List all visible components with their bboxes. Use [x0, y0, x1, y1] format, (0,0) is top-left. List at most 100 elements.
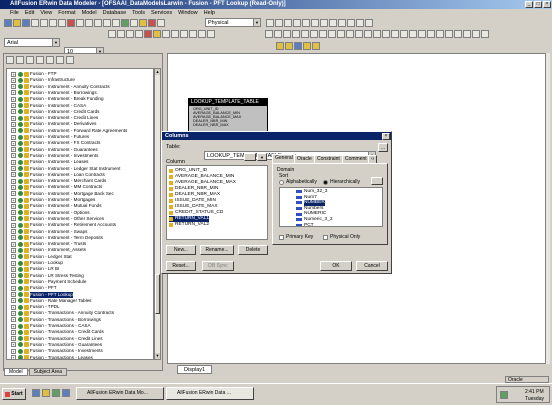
column-item[interactable]: ORG_UNIT_ID	[169, 168, 207, 174]
align-center-icon[interactable]	[180, 29, 188, 38]
column-item[interactable]: DEALER_NBR_MAX	[169, 192, 220, 198]
tree-item[interactable]: + Fusion - Instrument - Other Services	[11, 216, 104, 222]
expand-icon[interactable]: +	[11, 191, 16, 197]
grid-icon[interactable]	[373, 29, 381, 38]
tree-item[interactable]: + Fusion - PFT	[11, 285, 57, 291]
menu-format[interactable]: Format	[58, 9, 75, 17]
tree-scrollbar[interactable]: ▲ ▼	[154, 68, 161, 360]
expand-icon[interactable]: +	[11, 216, 16, 222]
tree-item[interactable]: + Fusion - Instrument - Ledger Stat Instr…	[11, 166, 120, 172]
sort-icon[interactable]	[66, 56, 74, 64]
primary-key-checkbox[interactable]: Primary Key	[279, 234, 313, 240]
line-style-icon[interactable]	[198, 29, 206, 38]
expand-icon[interactable]: +	[11, 241, 16, 247]
many-to-many-icon[interactable]	[302, 18, 310, 27]
expand-icon[interactable]: +	[11, 71, 16, 77]
expand-icon[interactable]: +	[11, 247, 16, 253]
auto-size-icon[interactable]	[400, 29, 408, 38]
tree-item[interactable]: + Fusion - Instrument - CASA	[11, 103, 86, 109]
reverse-engineer-icon[interactable]	[148, 18, 156, 27]
cut-icon[interactable]	[40, 18, 48, 27]
expand-icon[interactable]: +	[11, 336, 16, 342]
distribute-v-icon[interactable]	[301, 29, 309, 38]
tree-item[interactable]: + Fusion - Instrument - Futures	[11, 134, 89, 140]
expand-icon[interactable]: +	[11, 109, 16, 115]
menu-tools[interactable]: Tools	[132, 9, 145, 17]
dialog-close-button[interactable]: ×	[382, 133, 390, 140]
new-icon[interactable]	[4, 18, 12, 27]
paste-icon[interactable]	[58, 18, 66, 27]
expand-icon[interactable]: +	[11, 317, 16, 323]
new-item-icon[interactable]	[26, 56, 34, 64]
underline-icon[interactable]	[126, 29, 134, 38]
distribute-h-icon[interactable]	[292, 29, 300, 38]
tree-item[interactable]: + Fusion - LR Stress Testing	[11, 273, 84, 279]
expand-icon[interactable]: +	[11, 222, 16, 228]
forward-engineer-icon[interactable]	[139, 18, 147, 27]
ie-icon[interactable]	[32, 389, 40, 397]
menu-edit[interactable]: Edit	[25, 9, 34, 17]
tree-item[interactable]: + Fusion - Transactions - Leases	[11, 355, 93, 359]
column-item[interactable]: AVERAGE_BALANCE_MIN	[169, 174, 234, 180]
tree-item[interactable]: + Fusion - Transactions - Credit Lines	[11, 336, 103, 342]
help-icon[interactable]	[463, 29, 471, 38]
delete-item-icon[interactable]	[36, 56, 44, 64]
tree-item[interactable]: + Fusion - Instrument - Borrowings	[11, 90, 97, 96]
menu-view[interactable]: View	[40, 9, 52, 17]
hierarchically-radio[interactable]: Hierarchically	[323, 179, 360, 185]
tree-item[interactable]: + Fusion - PFT Lookup	[11, 291, 73, 298]
same-size-icon[interactable]	[328, 29, 336, 38]
tab-comment[interactable]: Comment	[342, 155, 370, 163]
line-icon[interactable]	[347, 18, 355, 27]
expand-icon[interactable]: +	[11, 260, 16, 266]
column-item[interactable]: DEALER_NBR_MIN	[169, 186, 218, 192]
close-button[interactable]: ×	[543, 1, 551, 8]
color-5-icon[interactable]	[312, 41, 320, 50]
expand-icon[interactable]: +	[11, 342, 16, 348]
tree-item[interactable]: + Fusion - Instrument - Options	[11, 210, 90, 216]
column-options-button[interactable]: ▼	[257, 153, 267, 161]
color-3-icon[interactable]	[294, 41, 302, 50]
expand-icon[interactable]: +	[11, 298, 16, 304]
column-item[interactable]: ISSUE_DATE_MAX	[169, 204, 218, 210]
scroll-thumb[interactable]	[155, 274, 160, 314]
tree-item[interactable]: + Fusion - Payment Schedule	[11, 279, 86, 285]
align-top-icon[interactable]	[265, 29, 273, 38]
expand-icon[interactable]: +	[11, 285, 16, 291]
column-item[interactable]: CREDIT_STATUS_CD	[169, 210, 223, 216]
zoom-out-icon[interactable]	[94, 18, 102, 27]
tree-item[interactable]: + Fusion - Instrument - Credit Lines	[11, 115, 98, 121]
expand-icon[interactable]: +	[11, 266, 16, 272]
expand-icon[interactable]: +	[11, 279, 16, 285]
expand-icon[interactable]: +	[11, 323, 16, 329]
expand-icon[interactable]: +	[11, 84, 16, 90]
expand-icon[interactable]: +	[11, 77, 16, 83]
expand-icon[interactable]: +	[11, 229, 16, 234]
tab-subject-area[interactable]: Subject Area	[28, 368, 67, 376]
tab-model[interactable]: Model	[4, 368, 28, 376]
tree-item[interactable]: + Fusion - Ledger Stat	[11, 254, 72, 260]
redo-icon[interactable]	[76, 18, 84, 27]
tree-item[interactable]: + Fusion - Instrument - Derivatives	[11, 121, 96, 127]
refresh-icon[interactable]	[418, 29, 426, 38]
bring-front-icon[interactable]	[337, 29, 345, 38]
zoom-in-icon[interactable]	[85, 18, 93, 27]
entity-lookup-template-table[interactable]: LOOKUP_TEMPLATE_TABLE ORG_UNIT_ID AVERAGE…	[188, 98, 268, 132]
tree-item[interactable]: + Fusion - Instrument - Mortgage Back Sec	[11, 191, 114, 197]
tab-scroll-icon[interactable]: ‹›	[368, 155, 378, 163]
expand-icon[interactable]: +	[11, 329, 16, 335]
properties-icon[interactable]	[46, 56, 54, 64]
rectangle-icon[interactable]	[320, 18, 328, 27]
expand-icon[interactable]: +	[11, 96, 16, 102]
rounded-rect-icon[interactable]	[329, 18, 337, 27]
zoom-fit-icon[interactable]	[103, 18, 111, 27]
more-icon[interactable]	[445, 29, 453, 38]
align-right-icon[interactable]	[189, 29, 197, 38]
expand-icon[interactable]: +	[11, 134, 16, 140]
color-2-icon[interactable]	[285, 41, 293, 50]
fill-color-icon[interactable]	[153, 29, 161, 38]
tree-item[interactable]: + Fusion - Instrument - Investments	[11, 153, 98, 159]
forward-icon[interactable]	[16, 56, 24, 64]
tree-item[interactable]: + Fusion - Instrument - Mutual Funds	[11, 203, 102, 209]
options-icon[interactable]	[427, 29, 435, 38]
